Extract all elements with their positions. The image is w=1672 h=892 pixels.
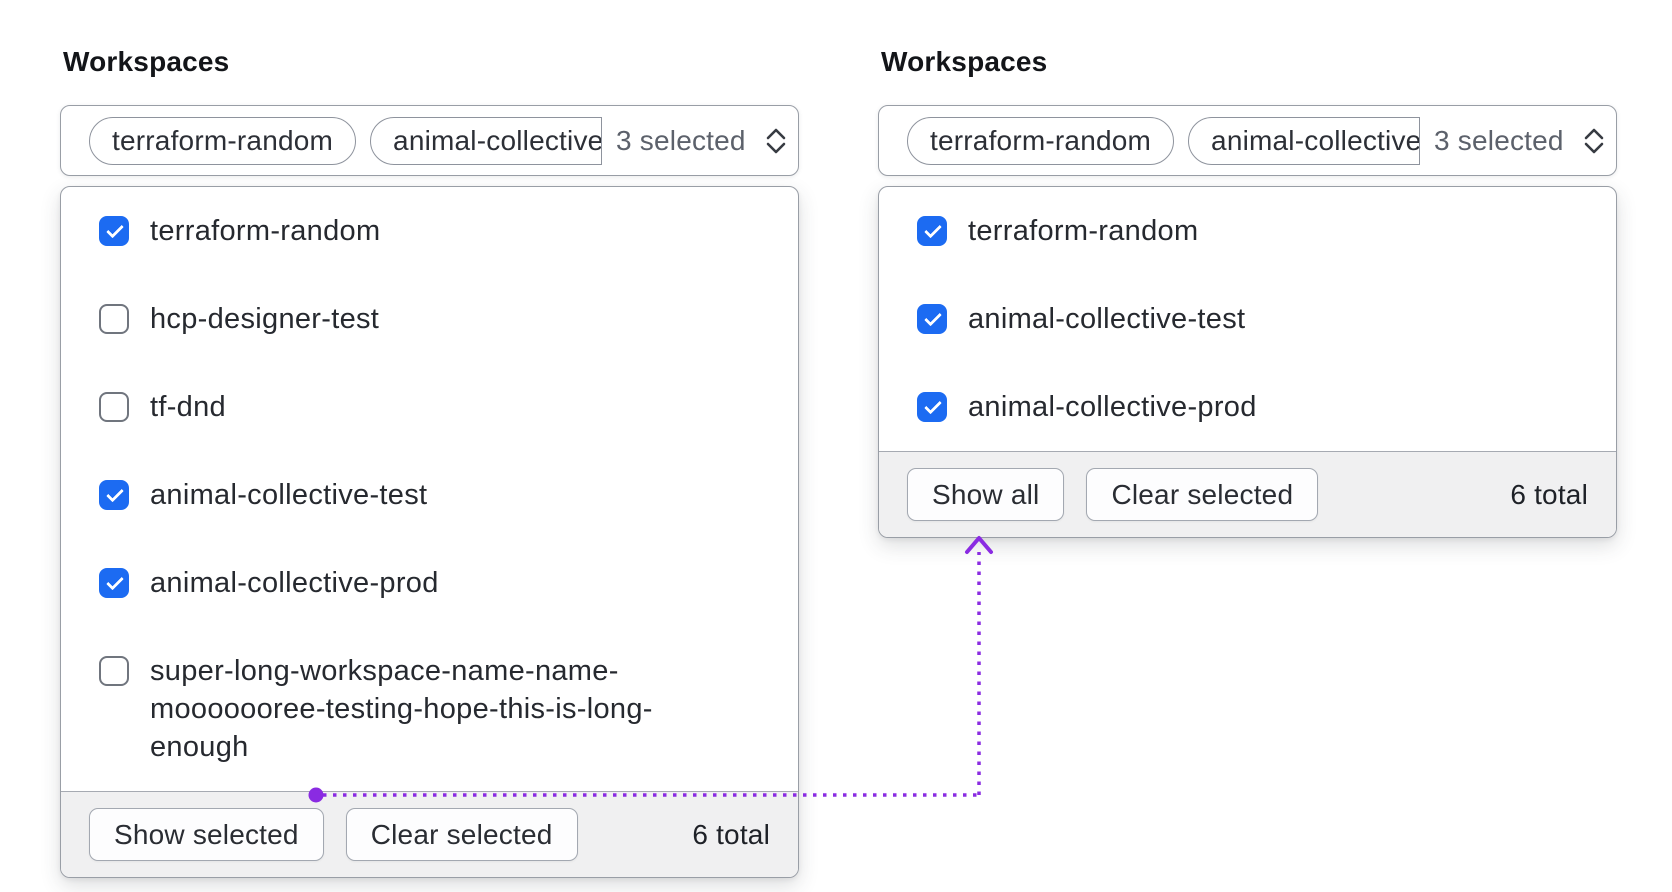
- option-label: animal-collective-prod: [968, 391, 1257, 423]
- option-row[interactable]: super-long-workspace-name-name-moooooore…: [61, 627, 798, 791]
- option-label: super-long-workspace-name-name-moooooore…: [150, 655, 653, 763]
- option-row[interactable]: animal-collective-test: [61, 451, 798, 539]
- options-listbox: terraform-random animal-collective-test …: [878, 186, 1617, 538]
- selected-count: 3 selected: [616, 124, 746, 156]
- option-checkbox[interactable]: [99, 392, 129, 422]
- listbox-footer: Show all Clear selected 6 total: [879, 451, 1616, 537]
- listbox-footer: Show selected Clear selected 6 total: [61, 791, 798, 877]
- option-checkbox[interactable]: [99, 216, 129, 246]
- clear-selected-button[interactable]: Clear selected: [1086, 468, 1319, 521]
- option-row[interactable]: hcp-designer-test: [61, 275, 798, 363]
- option-row[interactable]: tf-dnd: [61, 363, 798, 451]
- tag-label: terraform-random: [112, 124, 334, 156]
- field-label: Workspaces: [63, 46, 230, 77]
- option-label: animal-collective-test: [968, 303, 1246, 335]
- option-row[interactable]: terraform-random: [61, 187, 798, 275]
- selected-count: 3 selected: [1434, 124, 1564, 156]
- total-count: 6 total: [1510, 478, 1588, 510]
- option-checkbox[interactable]: [917, 392, 947, 422]
- clear-selected-button[interactable]: Clear selected: [345, 808, 578, 861]
- tag-label: animal-collective: [393, 124, 603, 156]
- field-label: Workspaces: [881, 46, 1048, 77]
- tag-label: animal-collective: [1211, 124, 1421, 156]
- caret-sort-icon: [766, 128, 785, 153]
- multiselect-trigger[interactable]: terraform-random animal-collective 3 sel…: [60, 105, 799, 176]
- tag-label: terraform-random: [930, 124, 1152, 156]
- caret-sort-icon: [1584, 128, 1603, 153]
- option-row[interactable]: animal-collective-test: [879, 275, 1616, 363]
- annotation-arrowhead: [965, 536, 993, 554]
- option-label: tf-dnd: [150, 391, 226, 423]
- selected-tag: terraform-random: [907, 116, 1175, 165]
- show-selected-button[interactable]: Show selected: [89, 808, 324, 861]
- option-label: terraform-random: [968, 215, 1199, 247]
- options-listbox: terraform-random hcp-designer-test tf-dn…: [60, 186, 799, 878]
- options-list: terraform-random hcp-designer-test tf-dn…: [61, 187, 798, 791]
- multiselect-trigger[interactable]: terraform-random animal-collective 3 sel…: [878, 105, 1617, 176]
- option-row[interactable]: terraform-random: [879, 187, 1616, 275]
- selected-tag: animal-collective: [1188, 116, 1421, 165]
- option-checkbox[interactable]: [99, 304, 129, 334]
- workspaces-multiselect-left: Workspaces terraform-random animal-colle…: [60, 46, 799, 878]
- show-all-button[interactable]: Show all: [907, 468, 1065, 521]
- option-checkbox[interactable]: [99, 568, 129, 598]
- total-count: 6 total: [692, 818, 770, 850]
- option-checkbox[interactable]: [99, 480, 129, 510]
- selected-tag: animal-collective: [370, 116, 603, 165]
- option-label: animal-collective-prod: [150, 567, 439, 599]
- selected-tag: terraform-random: [89, 116, 357, 165]
- option-label: terraform-random: [150, 215, 381, 247]
- option-label: hcp-designer-test: [150, 303, 380, 335]
- workspaces-multiselect-right: Workspaces terraform-random animal-colle…: [878, 46, 1617, 538]
- option-label: animal-collective-test: [150, 479, 428, 511]
- option-checkbox[interactable]: [99, 656, 129, 686]
- options-list: terraform-random animal-collective-test …: [879, 187, 1616, 451]
- option-row[interactable]: animal-collective-prod: [879, 363, 1616, 451]
- option-checkbox[interactable]: [917, 216, 947, 246]
- option-checkbox[interactable]: [917, 304, 947, 334]
- option-row[interactable]: animal-collective-prod: [61, 539, 798, 627]
